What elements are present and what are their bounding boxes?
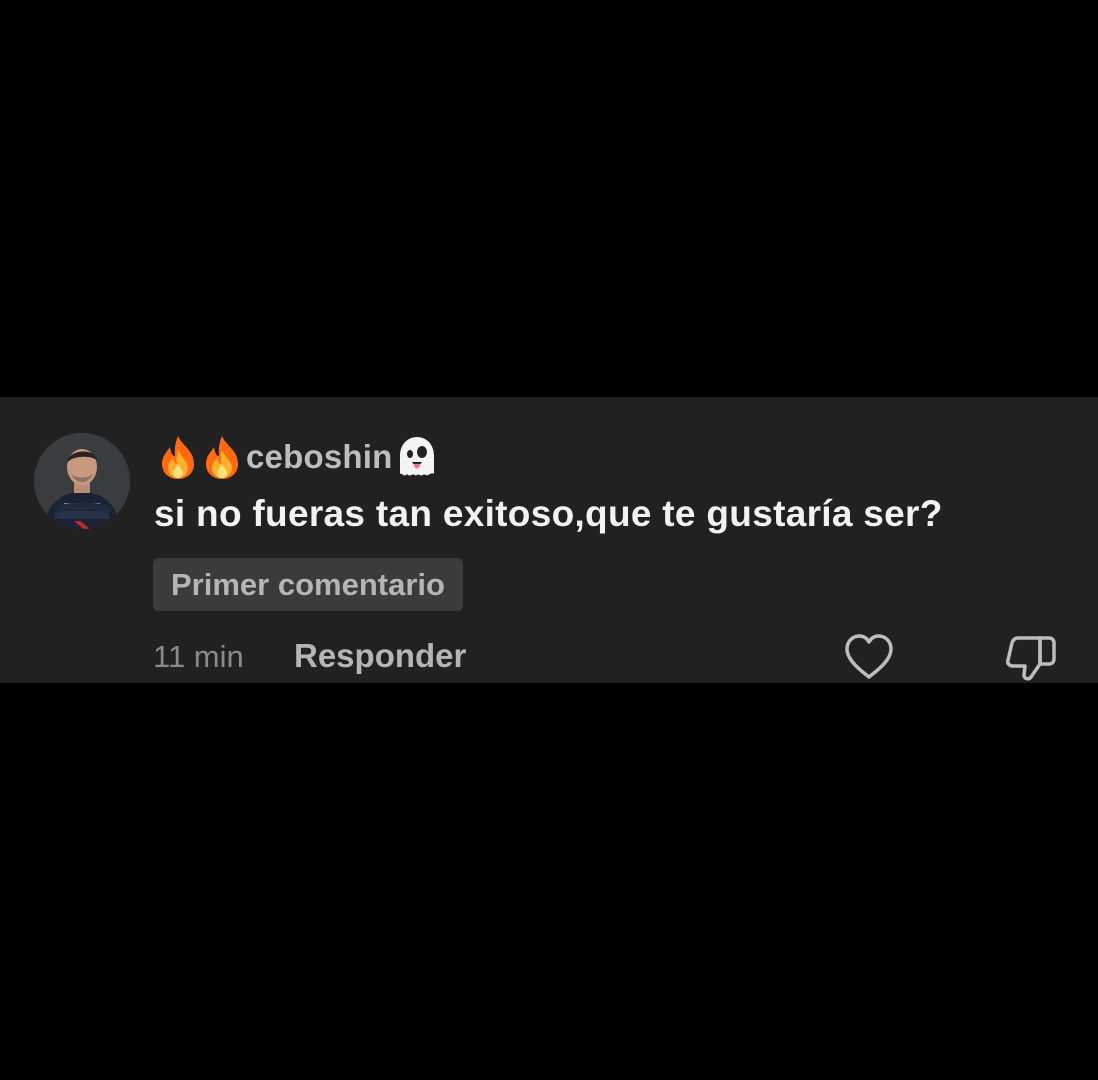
ghost-icon: [394, 434, 438, 480]
dislike-button[interactable]: [1004, 633, 1058, 683]
comment-text: si no fueras tan exitoso,que te gustaría…: [154, 493, 943, 534]
reply-button[interactable]: Responder: [294, 637, 466, 675]
fire-icon: [200, 434, 244, 480]
timestamp: 11 min: [153, 639, 244, 674]
username[interactable]: ceboshin: [246, 438, 392, 476]
username-row[interactable]: ceboshin: [156, 433, 438, 481]
heart-icon: [845, 634, 893, 679]
like-button[interactable]: [843, 633, 895, 681]
thumbs-down-icon: [1006, 636, 1056, 681]
fire-icon: [156, 434, 200, 480]
first-comment-badge: Primer comentario: [153, 558, 463, 611]
avatar[interactable]: [34, 433, 130, 529]
comment-card: ceboshin si no fueras tan exitoso,que te…: [0, 397, 1098, 683]
avatar-image: [34, 433, 130, 529]
